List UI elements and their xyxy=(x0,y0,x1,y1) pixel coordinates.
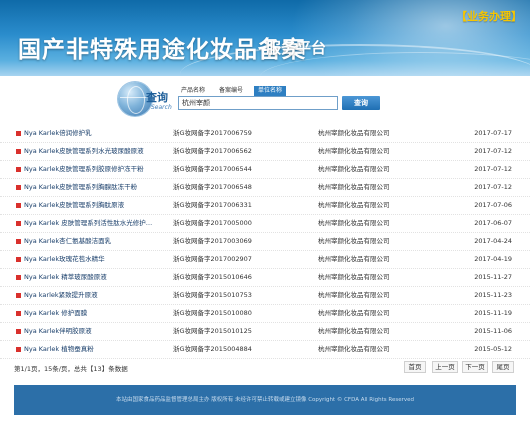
registration-number: 浙G妆网备字2017005000 xyxy=(173,219,252,227)
registration-number: 浙G妆网备字2017002907 xyxy=(173,255,252,263)
tab-company-name[interactable]: 单位名称 xyxy=(254,86,286,96)
registration-number: 浙G妆网备字2017006562 xyxy=(173,147,252,155)
list-item: Nya Karlek皮肤管理系列胸腺肽冻干粉 浙G妆网备字2017006548 … xyxy=(0,178,530,197)
bullet-icon xyxy=(16,221,21,226)
company-name: 杭州宰颜化妆品有限公司 xyxy=(318,165,390,173)
record-date: 2015-11-27 xyxy=(474,273,512,281)
record-date: 2017-07-12 xyxy=(474,147,512,155)
bullet-icon xyxy=(16,185,21,190)
bullet-icon xyxy=(16,293,21,298)
registration-number: 浙G妆网备字2017006548 xyxy=(173,183,252,191)
record-date: 2017-06-07 xyxy=(474,219,512,227)
product-name-link[interactable]: Nya Karlek 精萃玻尿酸原液 xyxy=(24,268,164,287)
list-item: Nya Karlek 植物蚕真粉 浙G妆网备字2015004884 杭州宰颜化妆… xyxy=(0,340,530,359)
bullet-icon xyxy=(16,275,21,280)
list-item: Nya Karlek皮肤管理系列胸肽原液 浙G妆网备字2017006331 杭州… xyxy=(0,196,530,215)
tab-product-name[interactable]: 产品名称 xyxy=(178,86,208,96)
registration-number: 浙G妆网备字2015010125 xyxy=(173,327,252,335)
registration-number: 浙G妆网备字2015010646 xyxy=(173,273,252,281)
first-page-button[interactable]: 首页 xyxy=(404,361,426,373)
record-date: 2017-07-12 xyxy=(474,165,512,173)
registration-number: 浙G妆网备字2017006759 xyxy=(173,129,252,137)
company-name: 杭州宰颜化妆品有限公司 xyxy=(318,147,390,155)
product-name-link[interactable]: Nya Karlek倍润修护乳 xyxy=(24,124,164,143)
registration-number: 浙G妆网备字2015004884 xyxy=(173,345,252,353)
tab-registration-number[interactable]: 备案编号 xyxy=(216,86,246,96)
pagination-info: 第1/1页，15条/页，总共【13】条数据 xyxy=(14,365,128,373)
company-name: 杭州宰颜化妆品有限公司 xyxy=(318,291,390,299)
bullet-icon xyxy=(16,131,21,136)
list-item: Nya Karlek倍润修护乳 浙G妆网备字2017006759 杭州宰颜化妆品… xyxy=(0,124,530,143)
bullet-icon xyxy=(16,239,21,244)
bullet-icon xyxy=(16,347,21,352)
list-item: Nya Karlek 皮肤管理系列活性肽水光修护… 浙G妆网备字20170050… xyxy=(0,214,530,233)
product-name-link[interactable]: Nya Karlek 植物蚕真粉 xyxy=(24,340,164,359)
company-name: 杭州宰颜化妆品有限公司 xyxy=(318,201,390,209)
next-page-button[interactable]: 下一页 xyxy=(462,361,488,373)
search-button[interactable]: 查询 xyxy=(342,96,380,110)
search-label: 查询 xyxy=(146,91,168,104)
list-item: Nya Karlek伴明胶原液 浙G妆网备字2015010125 杭州宰颜化妆品… xyxy=(0,322,530,341)
search-label-en: Search xyxy=(151,104,172,111)
product-name-link[interactable]: Nya Karlek伴明胶原液 xyxy=(24,322,164,341)
product-name-link[interactable]: Nya Karlek皮肤管理系列胸肽原液 xyxy=(24,196,164,215)
list-item: Nya Karlek 精萃玻尿酸原液 浙G妆网备字2015010646 杭州宰颜… xyxy=(0,268,530,287)
prev-page-button[interactable]: 上一页 xyxy=(432,361,458,373)
header-banner: 国产非特殊用途化妆品备案 服务平台 【业务办理】 xyxy=(0,0,530,76)
company-name: 杭州宰颜化妆品有限公司 xyxy=(318,129,390,137)
record-date: 2015-11-23 xyxy=(474,291,512,299)
company-name: 杭州宰颜化妆品有限公司 xyxy=(318,183,390,191)
bullet-icon xyxy=(16,311,21,316)
record-date: 2017-07-06 xyxy=(474,201,512,209)
registration-number: 浙G妆网备字2017003069 xyxy=(173,237,252,245)
bullet-icon xyxy=(16,149,21,154)
bullet-icon xyxy=(16,167,21,172)
company-name: 杭州宰颜化妆品有限公司 xyxy=(318,219,390,227)
company-name: 杭州宰颜化妆品有限公司 xyxy=(318,327,390,335)
product-name-link[interactable]: Nya Karlek 皮肤管理系列活性肽水光修护… xyxy=(24,214,164,233)
company-name: 杭州宰颜化妆品有限公司 xyxy=(318,237,390,245)
company-name: 杭州宰颜化妆品有限公司 xyxy=(318,345,390,353)
company-name: 杭州宰颜化妆品有限公司 xyxy=(318,309,390,317)
site-subtitle: 服务平台 xyxy=(266,39,327,57)
registration-number: 浙G妆网备字2017006331 xyxy=(173,201,252,209)
bullet-icon xyxy=(16,203,21,208)
record-date: 2015-11-06 xyxy=(474,327,512,335)
list-item: Nya Karlek皮肤管理系列胶原修护冻干粉 浙G妆网备字2017006544… xyxy=(0,160,530,179)
registration-number: 浙G妆网备字2017006544 xyxy=(173,165,252,173)
product-name-link[interactable]: Nya Karlek杏仁氨基酸洁面乳 xyxy=(24,232,164,251)
list-item: Nya Karlek杏仁氨基酸洁面乳 浙G妆网备字2017003069 杭州宰颜… xyxy=(0,232,530,251)
record-date: 2017-04-24 xyxy=(474,237,512,245)
product-name-link[interactable]: Nya Karlek皮肤管理系列胸腺肽冻干粉 xyxy=(24,178,164,197)
site-title: 国产非特殊用途化妆品备案 xyxy=(18,36,306,63)
footer: 本站由国家食品药品监督管理总局主办 版权所有 未经许可禁止转载或建立镜像 Cop… xyxy=(14,385,516,415)
record-date: 2015-05-12 xyxy=(474,345,512,353)
registration-number: 浙G妆网备字2015010753 xyxy=(173,291,252,299)
company-name: 杭州宰颜化妆品有限公司 xyxy=(318,255,390,263)
product-name-link[interactable]: Nya Karlek皮肤管理系列胶原修护冻干粉 xyxy=(24,160,164,179)
bullet-icon xyxy=(16,257,21,262)
bullet-icon xyxy=(16,329,21,334)
record-date: 2017-07-17 xyxy=(474,129,512,137)
record-date: 2017-07-12 xyxy=(474,183,512,191)
product-name-link[interactable]: Nya Karlek 修护面膜 xyxy=(24,304,164,323)
record-date: 2017-04-19 xyxy=(474,255,512,263)
search-input[interactable] xyxy=(178,96,338,110)
last-page-button[interactable]: 尾页 xyxy=(492,361,514,373)
product-name-link[interactable]: Nya Karlek皮肤管理系列水光玻尿酸原液 xyxy=(24,142,164,161)
list-item: Nya karlek紧致提升原液 浙G妆网备字2015010753 杭州宰颜化妆… xyxy=(0,286,530,305)
record-date: 2015-11-19 xyxy=(474,309,512,317)
product-name-link[interactable]: Nya karlek紧致提升原液 xyxy=(24,286,164,305)
list-item: Nya Karlek玫瑰花苞水精华 浙G妆网备字2017002907 杭州宰颜化… xyxy=(0,250,530,269)
product-name-link[interactable]: Nya Karlek玫瑰花苞水精华 xyxy=(24,250,164,269)
business-link[interactable]: 【业务办理】 xyxy=(456,8,522,24)
search-area: 查询 Search 产品名称 备案编号 单位名称 查询 xyxy=(0,76,530,120)
list-item: Nya Karlek皮肤管理系列水光玻尿酸原液 浙G妆网备字2017006562… xyxy=(0,142,530,161)
company-name: 杭州宰颜化妆品有限公司 xyxy=(318,273,390,281)
list-item: Nya Karlek 修护面膜 浙G妆网备字2015010080 杭州宰颜化妆品… xyxy=(0,304,530,323)
registration-number: 浙G妆网备字2015010080 xyxy=(173,309,252,317)
